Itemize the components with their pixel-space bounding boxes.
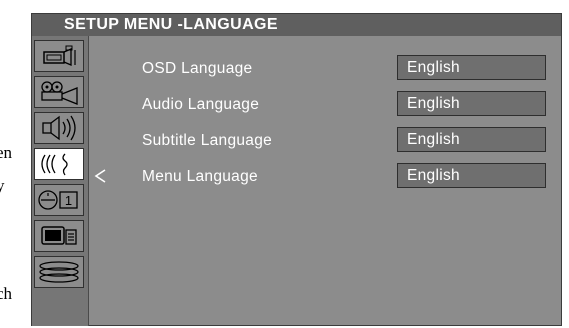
speaker-icon — [42, 115, 76, 141]
value-osd-language[interactable]: English — [397, 55, 546, 80]
value-audio-language[interactable]: English — [397, 91, 546, 116]
sidebar-item-language[interactable] — [34, 148, 84, 180]
disc-stack-icon — [39, 261, 79, 283]
menu-title: SETUP MENU -LANGUAGE — [32, 14, 561, 36]
sidebar-item-camera[interactable] — [34, 40, 84, 72]
projector-icon — [41, 81, 78, 105]
background-text-fragment: ch — [0, 284, 13, 303]
row-label-audio-language: Audio Language — [142, 96, 260, 113]
sidebar-item-projector[interactable] — [34, 76, 84, 108]
value-subtitle-language[interactable]: English — [397, 127, 546, 152]
background-text-fragment: y — [0, 176, 5, 195]
row-label-osd-language: OSD Language — [142, 60, 253, 77]
sidebar-item-timer[interactable]: 1 — [34, 184, 84, 216]
sidebar: 1 — [32, 36, 89, 326]
timer-icon: 1 — [38, 190, 78, 210]
sidebar-item-disc[interactable] — [34, 256, 84, 288]
selection-pointer-icon — [94, 169, 106, 183]
background-text-fragment: en — [0, 143, 13, 162]
timer-digit: 1 — [65, 193, 72, 208]
camera-angle-icon — [43, 45, 76, 66]
display-icon — [41, 226, 77, 245]
sidebar-item-display[interactable] — [34, 220, 84, 252]
language-icon — [41, 153, 68, 176]
row-label-subtitle-language: Subtitle Language — [142, 132, 273, 149]
sidebar-item-audio[interactable] — [34, 112, 84, 144]
setup-menu-panel: SETUP MENU -LANGUAGE 1 OSD Language Engl… — [31, 13, 562, 326]
value-menu-language[interactable]: English — [397, 163, 546, 188]
row-label-menu-language: Menu Language — [142, 168, 258, 185]
